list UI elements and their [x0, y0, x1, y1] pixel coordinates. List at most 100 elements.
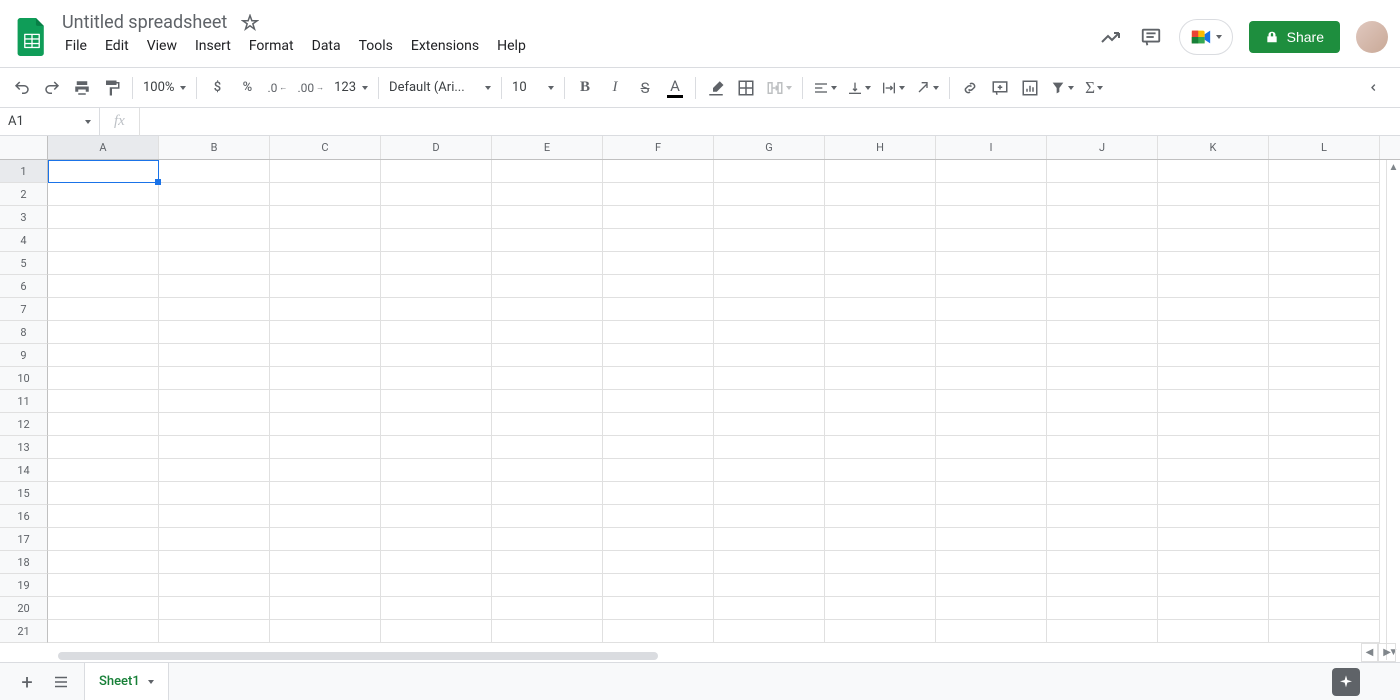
row-header-5[interactable]: 5 — [0, 252, 48, 275]
cell-C21[interactable] — [270, 620, 381, 643]
cell-H20[interactable] — [825, 597, 936, 620]
cell-B4[interactable] — [159, 229, 270, 252]
cell-E10[interactable] — [492, 367, 603, 390]
cell-I7[interactable] — [936, 298, 1047, 321]
cell-I2[interactable] — [936, 183, 1047, 206]
cell-A21[interactable] — [48, 620, 159, 643]
collapse-toolbar-icon[interactable]: ⌃ — [1364, 73, 1391, 102]
cell-B14[interactable] — [159, 459, 270, 482]
insert-chart-icon[interactable] — [1016, 74, 1044, 102]
cell-A7[interactable] — [48, 298, 159, 321]
cell-F9[interactable] — [603, 344, 714, 367]
row-header-20[interactable]: 20 — [0, 597, 48, 620]
cell-A14[interactable] — [48, 459, 159, 482]
cell-G2[interactable] — [714, 183, 825, 206]
cell-G19[interactable] — [714, 574, 825, 597]
cell-L5[interactable] — [1269, 252, 1380, 275]
cell-G12[interactable] — [714, 413, 825, 436]
cell-B18[interactable] — [159, 551, 270, 574]
cell-H15[interactable] — [825, 482, 936, 505]
cell-G1[interactable] — [714, 160, 825, 183]
cell-D21[interactable] — [381, 620, 492, 643]
cell-E14[interactable] — [492, 459, 603, 482]
cell-B19[interactable] — [159, 574, 270, 597]
cell-F18[interactable] — [603, 551, 714, 574]
cell-L11[interactable] — [1269, 390, 1380, 413]
menu-extensions[interactable]: Extensions — [404, 35, 486, 57]
horizontal-align-icon[interactable] — [809, 74, 841, 102]
cell-J1[interactable] — [1047, 160, 1158, 183]
scroll-left-icon[interactable]: ◀ — [1361, 643, 1379, 662]
cell-A16[interactable] — [48, 505, 159, 528]
horizontal-scrollbar[interactable] — [48, 650, 1360, 662]
col-header-l[interactable]: L — [1269, 136, 1380, 159]
cell-L14[interactable] — [1269, 459, 1380, 482]
cell-G17[interactable] — [714, 528, 825, 551]
cell-L1[interactable] — [1269, 160, 1380, 183]
menu-format[interactable]: Format — [242, 35, 301, 57]
col-header-e[interactable]: E — [492, 136, 603, 159]
cell-A6[interactable] — [48, 275, 159, 298]
insert-comment-icon[interactable] — [986, 74, 1014, 102]
italic-icon[interactable]: I — [601, 74, 629, 102]
cell-A17[interactable] — [48, 528, 159, 551]
cell-J10[interactable] — [1047, 367, 1158, 390]
cell-K10[interactable] — [1158, 367, 1269, 390]
cell-C6[interactable] — [270, 275, 381, 298]
cell-F20[interactable] — [603, 597, 714, 620]
cell-L9[interactable] — [1269, 344, 1380, 367]
cell-I20[interactable] — [936, 597, 1047, 620]
cell-L21[interactable] — [1269, 620, 1380, 643]
cell-K19[interactable] — [1158, 574, 1269, 597]
cell-L6[interactable] — [1269, 275, 1380, 298]
cell-K16[interactable] — [1158, 505, 1269, 528]
cell-E3[interactable] — [492, 206, 603, 229]
row-header-9[interactable]: 9 — [0, 344, 48, 367]
cell-A19[interactable] — [48, 574, 159, 597]
cell-G20[interactable] — [714, 597, 825, 620]
star-icon[interactable] — [241, 14, 259, 32]
cell-B9[interactable] — [159, 344, 270, 367]
cell-H1[interactable] — [825, 160, 936, 183]
cell-I16[interactable] — [936, 505, 1047, 528]
cell-D2[interactable] — [381, 183, 492, 206]
menu-insert[interactable]: Insert — [188, 35, 238, 57]
cell-C14[interactable] — [270, 459, 381, 482]
cell-B6[interactable] — [159, 275, 270, 298]
cell-B7[interactable] — [159, 298, 270, 321]
cell-C9[interactable] — [270, 344, 381, 367]
cell-D20[interactable] — [381, 597, 492, 620]
cell-I5[interactable] — [936, 252, 1047, 275]
cell-I1[interactable] — [936, 160, 1047, 183]
cell-A4[interactable] — [48, 229, 159, 252]
row-header-6[interactable]: 6 — [0, 275, 48, 298]
cell-I4[interactable] — [936, 229, 1047, 252]
cell-E1[interactable] — [492, 160, 603, 183]
cell-D16[interactable] — [381, 505, 492, 528]
col-header-g[interactable]: G — [714, 136, 825, 159]
cell-B15[interactable] — [159, 482, 270, 505]
cell-L13[interactable] — [1269, 436, 1380, 459]
cell-I6[interactable] — [936, 275, 1047, 298]
text-rotation-icon[interactable] — [911, 74, 943, 102]
cell-I13[interactable] — [936, 436, 1047, 459]
cell-G8[interactable] — [714, 321, 825, 344]
cell-I8[interactable] — [936, 321, 1047, 344]
col-header-i[interactable]: I — [936, 136, 1047, 159]
cell-C7[interactable] — [270, 298, 381, 321]
cell-B12[interactable] — [159, 413, 270, 436]
cell-F16[interactable] — [603, 505, 714, 528]
cell-D13[interactable] — [381, 436, 492, 459]
col-header-b[interactable]: B — [159, 136, 270, 159]
cell-L7[interactable] — [1269, 298, 1380, 321]
cell-L18[interactable] — [1269, 551, 1380, 574]
cell-E16[interactable] — [492, 505, 603, 528]
cell-K3[interactable] — [1158, 206, 1269, 229]
cell-I3[interactable] — [936, 206, 1047, 229]
cell-F11[interactable] — [603, 390, 714, 413]
fill-color-icon[interactable] — [702, 74, 730, 102]
sheet-tab[interactable]: Sheet1 — [84, 662, 169, 700]
cell-H19[interactable] — [825, 574, 936, 597]
cell-K9[interactable] — [1158, 344, 1269, 367]
percent-icon[interactable]: % — [233, 74, 261, 102]
